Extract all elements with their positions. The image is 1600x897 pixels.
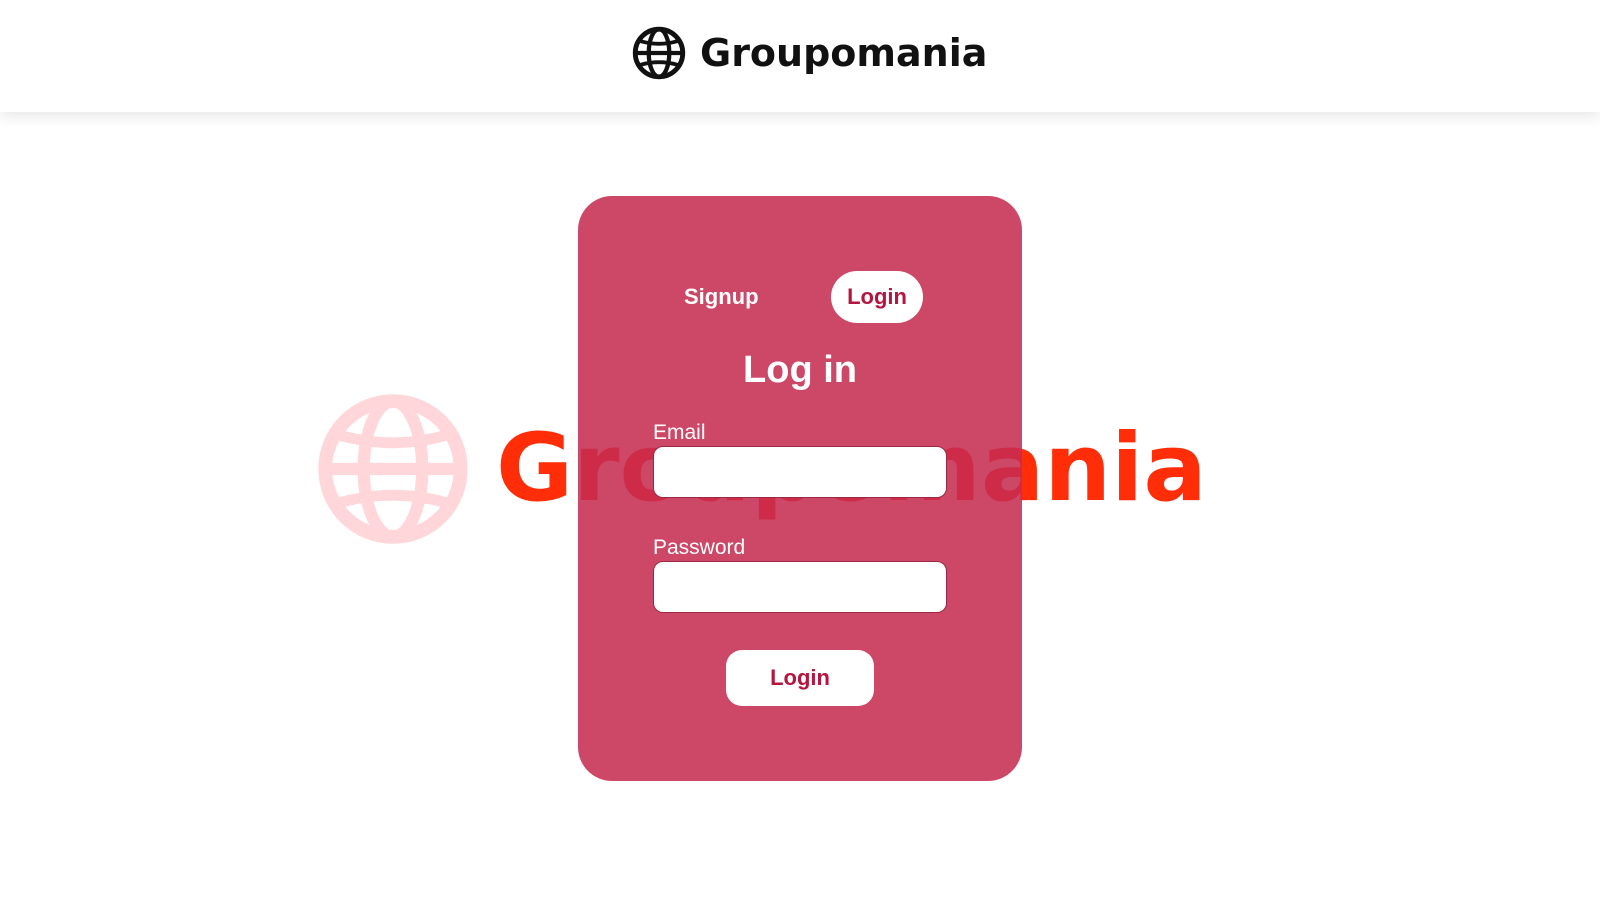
tab-login[interactable]: Login (831, 271, 923, 323)
form-title: Log in (743, 349, 857, 391)
top-header: Groupomania (0, 0, 1600, 112)
brand-name: Groupomania (700, 31, 988, 75)
globe-icon (316, 392, 470, 546)
auth-card: Signup Login Log in Email Password Login (578, 196, 1022, 781)
header-brand[interactable]: Groupomania (632, 26, 987, 80)
password-label: Password (653, 536, 746, 559)
tab-signup[interactable]: Signup (684, 271, 759, 323)
email-field[interactable] (653, 446, 947, 498)
globe-icon (632, 26, 686, 80)
email-label: Email (653, 421, 706, 444)
auth-tabs: Signup Login (578, 271, 1022, 323)
login-button[interactable]: Login (726, 650, 874, 706)
password-field[interactable] (653, 561, 947, 613)
